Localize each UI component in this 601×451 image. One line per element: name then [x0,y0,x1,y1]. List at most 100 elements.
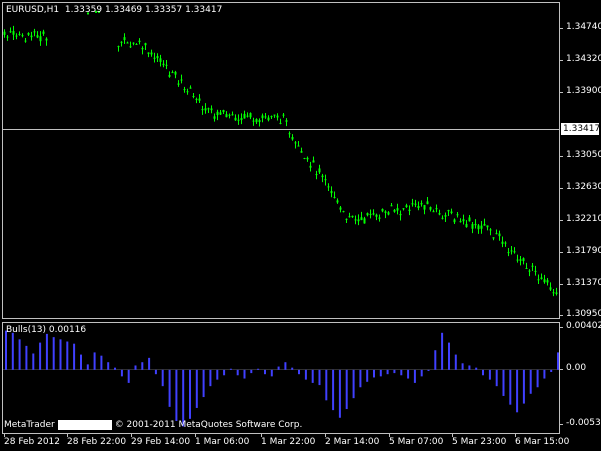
candle-body [393,209,396,212]
candle-body [387,212,390,215]
candle-body [507,252,510,254]
candle-body [306,157,309,160]
price-tick-label: 1.30950 [566,309,601,319]
candle-body [231,114,234,116]
candle-body [288,133,291,135]
time-tick-label: 28 Feb 2012 [4,437,61,447]
candle-body [300,151,303,153]
candle-body [201,109,204,111]
candle-body [516,259,519,261]
candle-body [519,259,522,261]
candle-body [189,87,192,89]
candle-body [477,225,480,230]
candle-body [510,250,513,252]
candle-body [12,31,15,35]
candle-body [504,242,507,244]
candle-body [252,120,255,122]
chart-canvas[interactable] [0,0,601,451]
candle-body [183,89,186,91]
candle-body [537,279,540,281]
candle-body [129,46,132,48]
candle-body [18,33,21,35]
candle-body [366,213,369,216]
candle-body [6,36,9,38]
candle-body [375,214,378,217]
candle-body [399,213,402,216]
candle-body [417,205,420,208]
candle-body [213,116,216,119]
candle-body [291,137,294,140]
candle-body [279,122,282,124]
candle-body [216,111,219,116]
candle-body [312,160,315,163]
candle-body [42,31,45,34]
candle-body [330,191,333,194]
candle-body [120,41,123,43]
candlestick-series [3,10,558,297]
candle-body [408,209,411,212]
price-tick-label: 1.32210 [566,214,601,224]
copyright-bar: MetaTrader © 2001-2011 MetaQuotes Softwa… [4,419,302,431]
candle-body [270,116,273,118]
candle-body [219,112,222,115]
time-tick-label: 2 Mar 14:00 [325,437,380,447]
candle-body [138,40,141,43]
candle-body [258,120,261,122]
candle-body [324,179,327,181]
candle-body [540,277,543,280]
candle-body [27,33,30,35]
candle-body [144,43,147,46]
candle-body [207,108,210,110]
candle-body [396,208,399,211]
candle-body [345,218,348,220]
candle-body [246,115,249,117]
candle-body [384,211,387,213]
candle-body [450,211,453,214]
candle-body [177,83,180,85]
chart-window[interactable]: EURUSD,H1 1.33359 1.33469 1.33357 1.3341… [0,0,601,451]
candle-body [336,200,339,203]
candle-body [3,31,6,35]
candle-body [141,48,144,50]
indicator-title: Bulls(13) 0.00116 [6,325,86,336]
candle-body [438,213,441,215]
candle-body [267,117,270,121]
candle-body [486,225,489,228]
candle-body [555,292,558,294]
candle-body [45,38,48,41]
candle-body [294,142,297,144]
indicator-tick-label: 0.00 [566,363,587,373]
candle-body [471,224,474,229]
candle-body [276,115,279,118]
candle-body [543,279,546,283]
price-tick-label: 1.33900 [566,86,601,96]
candle-body [459,221,462,223]
candle-body [525,268,528,270]
candle-body [228,114,231,116]
candle-body [309,165,312,168]
candle-body [423,205,426,210]
candle-body [513,251,516,253]
candle-body [528,270,531,272]
candle-body [243,113,246,119]
candle-body [147,52,150,54]
candle-body [363,218,366,224]
candle-body [261,115,264,119]
candle-body [192,95,195,97]
candle-body [237,119,240,121]
candle-body [240,118,243,121]
candle-body [462,219,465,222]
candle-body [21,35,24,37]
candle-body [498,233,501,237]
candle-body [273,114,276,116]
candle-body [369,213,372,215]
candle-body [249,113,252,118]
candle-body [282,114,285,116]
candle-body [327,186,330,188]
candle-body [36,35,39,38]
candle-body [405,205,408,208]
bulls-histogram [5,330,559,427]
candle-body [501,241,504,244]
candle-body [168,74,171,77]
chart-title: EURUSD,H1 1.33359 1.33469 1.33357 1.3341… [6,5,222,16]
